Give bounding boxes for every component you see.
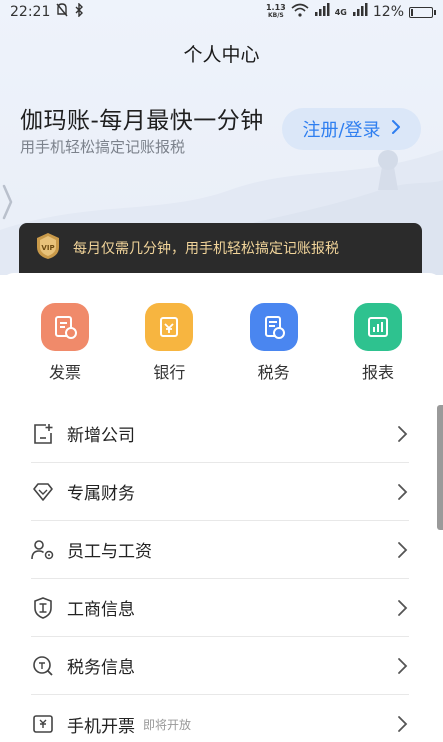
menu-item-label: 新增公司 [67,426,135,446]
chevron-right-icon [395,714,409,734]
signal-icon-2 [352,3,368,21]
quick-action-label: 税务 [257,363,290,382]
status-bar: 22:21 1.13 KB/S 4G 12% [0,0,443,24]
report-icon [353,303,402,351]
chevron-right-icon [395,656,409,676]
bluetooth-icon [74,2,84,21]
diamond-icon [31,480,55,504]
chevron-right-icon [395,540,409,560]
net-speed: 1.13 KB/S [266,4,286,20]
menu-item-exclusive-finance[interactable]: 专属财务 [31,463,409,521]
menu-list: 新增公司 专属财务 员工与工资 工商信息 税务信息 手机开票 即将开放 [31,405,409,742]
invoice-icon [41,303,89,351]
battery-icon [409,6,436,18]
menu-item-tax-info[interactable]: 税务信息 [31,637,409,695]
menu-item-mobile-invoice[interactable]: 手机开票 即将开放 [31,695,409,742]
signal-icon [314,3,330,21]
chevron-right-icon [391,119,401,140]
menu-item-label: 税务信息 [67,658,135,678]
vip-banner-text: 每月仅需几分钟，用手机轻松搞定记账报税 [73,241,339,257]
menu-item-business-info[interactable]: 工商信息 [31,579,409,637]
side-drawer-handle-icon[interactable] [0,182,14,222]
vip-badge-icon: VIP [35,232,61,264]
promo-subtitle: 用手机轻松搞定记账报税 [20,138,186,156]
register-login-button[interactable]: 注册/登录 [282,108,421,150]
quick-action-label: 发票 [48,363,81,382]
page-title: 个人中心 [183,44,260,66]
menu-item-add-company[interactable]: 新增公司 [31,405,409,463]
employee-settings-icon [31,538,55,562]
quick-actions: 发票 银行 税务 报表 [13,303,430,383]
vip-banner[interactable]: VIP 每月仅需几分钟，用手机轻松搞定记账报税 [19,223,422,273]
menu-item-label: 专属财务 [67,484,135,504]
chevron-right-icon [395,598,409,618]
bank-icon [145,303,194,351]
mute-icon [56,3,68,21]
menu-item-label: 工商信息 [67,600,135,620]
tax-search-icon [31,654,55,678]
network-type: 4G [334,7,347,17]
promo-title: 伽玛账-每月最快一分钟 [20,108,264,134]
vip-badge-text: VIP [41,244,54,252]
menu-item-label: 员工与工资 [67,542,152,562]
chevron-right-icon [395,482,409,502]
quick-action-invoice[interactable]: 发票 [13,303,117,383]
menu-item-label: 手机开票 [67,716,135,737]
battery-text: 12% [372,4,404,20]
menu-item-note: 即将开放 [143,717,192,732]
chevron-right-icon [395,424,409,444]
quick-action-report[interactable]: 报表 [326,303,430,383]
mobile-invoice-icon [31,712,55,736]
tax-icon [249,303,298,351]
add-company-icon [31,422,55,446]
menu-item-employee-salary[interactable]: 员工与工资 [31,521,409,579]
quick-action-label: 报表 [361,363,394,382]
status-time: 22:21 [10,4,51,20]
register-login-label: 注册/登录 [302,120,381,141]
quick-action-tax[interactable]: 税务 [222,303,326,383]
wifi-icon [291,3,309,21]
business-shield-icon [31,596,55,620]
quick-action-bank[interactable]: 银行 [117,303,221,383]
net-speed-value: 1.13 [265,3,286,12]
net-speed-unit: KB/S [267,12,284,19]
quick-action-label: 银行 [153,363,186,382]
scrollbar-thumb[interactable] [437,405,443,530]
